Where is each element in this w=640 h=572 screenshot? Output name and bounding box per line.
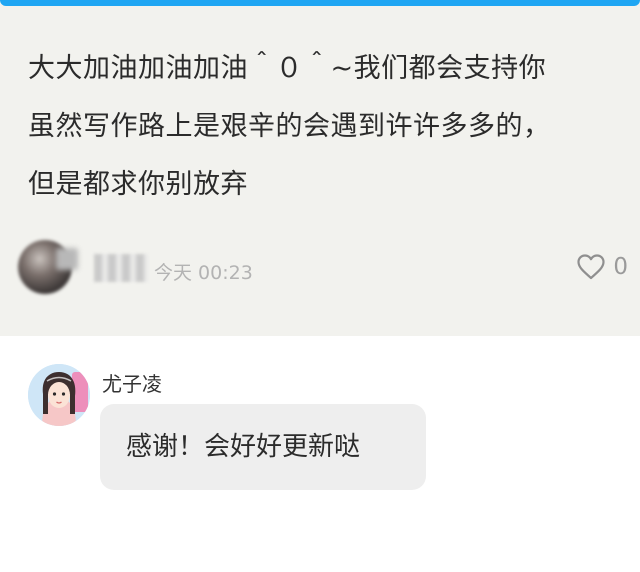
comment-line: 大大加油加油加油＾０＾~我们都会支持你 [28,53,547,84]
commenter-avatar[interactable] [18,240,72,294]
reply-bubble: 感谢！会好好更新哒 [100,404,426,490]
like-count: 0 [613,254,628,280]
comment-meta: 今天 00:23 0 [18,240,628,296]
comment-text: 大大加油加油加油＾０＾~我们都会支持你 虽然写作路上是艰辛的会遇到许许多多的， … [28,40,618,214]
comment-timestamp: 今天 00:23 [154,262,253,284]
reply-author-name[interactable]: 尤子凌 [102,368,162,397]
reply-section: 尤子凌 感谢！会好好更新哒 [0,336,640,572]
commenter-name-redacted[interactable] [94,254,148,282]
author-avatar-illustration [28,364,90,426]
author-avatar[interactable] [28,364,90,426]
comment-line: 但是都求你别放弃 [28,169,248,200]
comment-line: 虽然写作路上是艰辛的会遇到许许多多的， [28,111,551,142]
like-button[interactable]: 0 [577,250,628,284]
heart-icon [577,254,605,280]
comment-card: 大大加油加油加油＾０＾~我们都会支持你 虽然写作路上是艰辛的会遇到许许多多的， … [0,0,640,336]
top-accent-bar [0,0,640,6]
reply-text: 感谢！会好好更新哒 [126,432,361,462]
